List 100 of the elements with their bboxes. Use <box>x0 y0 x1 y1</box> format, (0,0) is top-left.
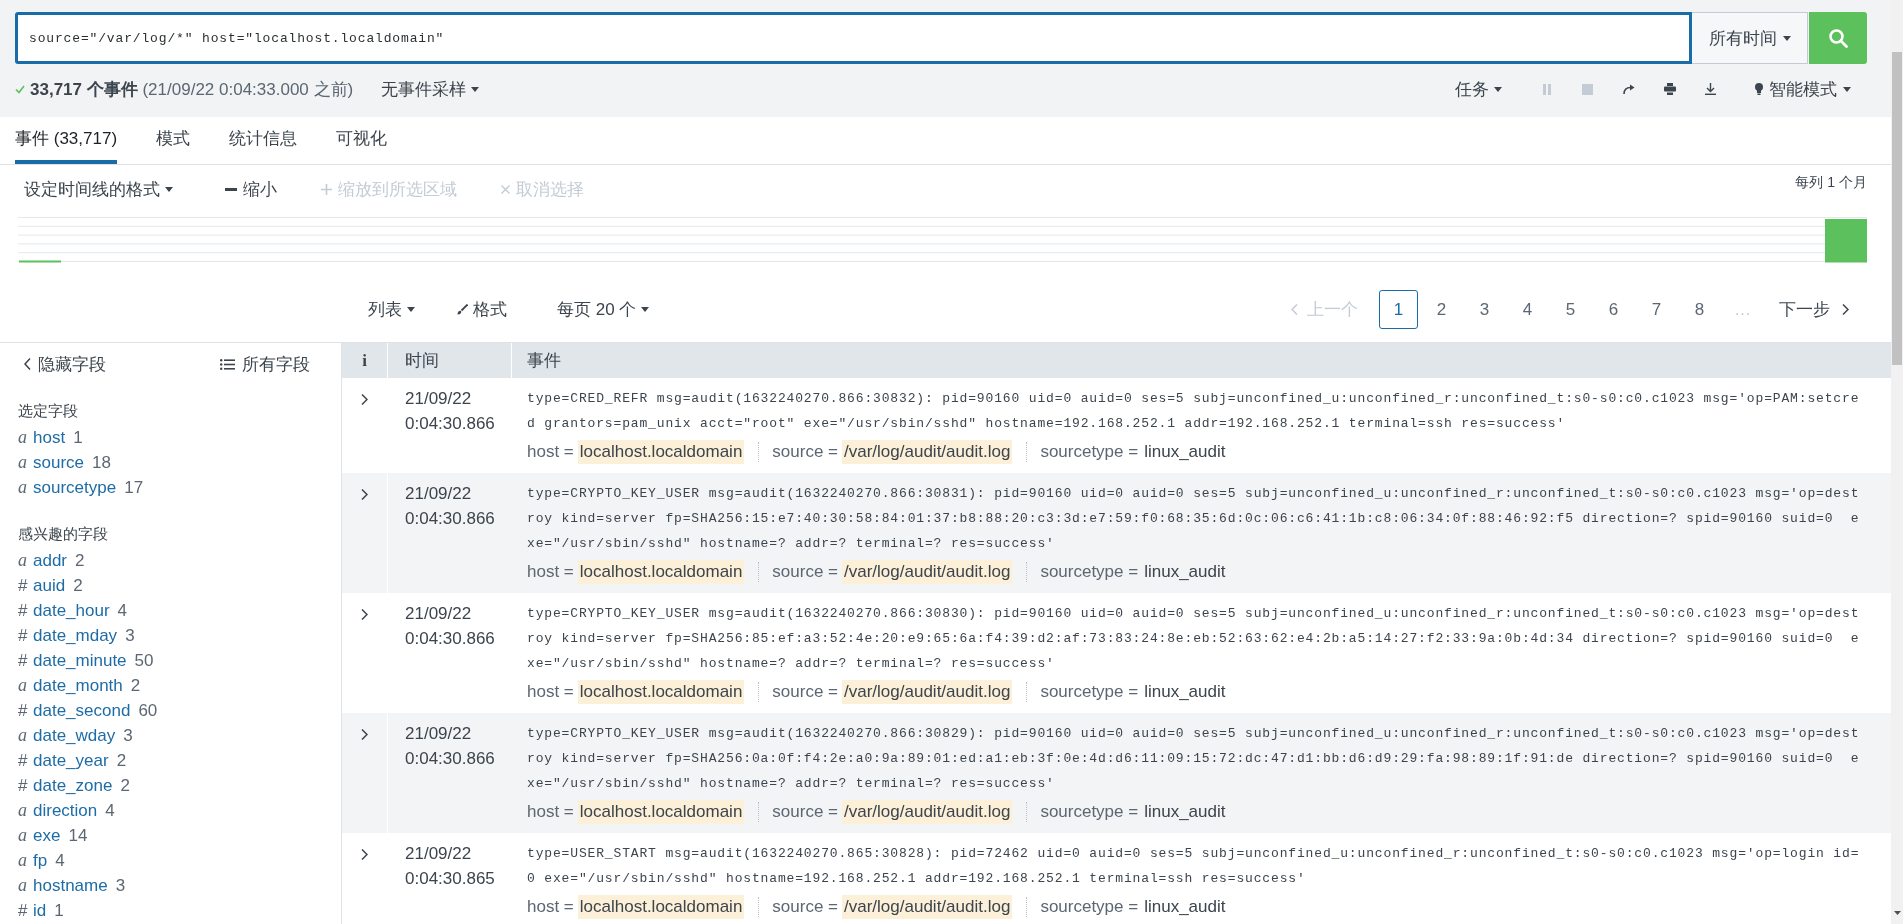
field-name-link[interactable]: auid <box>33 575 66 596</box>
page-button[interactable]: 3 <box>1465 290 1504 329</box>
event-date: 21/09/22 <box>405 603 473 625</box>
page-button[interactable]: 8 <box>1680 290 1719 329</box>
format-button[interactable]: 格式 <box>457 298 507 321</box>
stop-icon <box>1582 83 1593 95</box>
field-value[interactable]: /var/log/audit/audit.log <box>842 800 1013 824</box>
field-name-link[interactable]: exe <box>33 825 61 846</box>
tab[interactable]: 事件 (33,717) <box>15 117 118 164</box>
field-name-link[interactable]: date_second <box>33 700 131 721</box>
field-label: host = <box>527 897 574 917</box>
field-label: host = <box>527 562 574 582</box>
event-time: 0:04:30.866 <box>405 748 496 770</box>
scrollbar[interactable] <box>1891 0 1903 924</box>
field-name-link[interactable]: fp <box>33 850 48 871</box>
field-type-mark: # <box>18 600 29 621</box>
event-text: type=CRED_REFR msg=audit(1632240270.866:30832): pid=90160 uid=0 auid=0 ses=5 subj=unconfined_u:unconfined_r:unconfined_t:s0-s0:c0.c1023 msg='op=PAM:setcred grantors=pam_unix acct="root" exe="/usr/sbin/sshd" hostname=192.168.252.1 addr=192.168.252.1 terminal=ssh res=success' <box>527 390 1861 433</box>
tab[interactable]: 模式 <box>156 117 191 164</box>
page-button[interactable]: 1 <box>1379 290 1418 329</box>
expand-button[interactable] <box>361 393 368 406</box>
sampling-menu[interactable]: 无事件采样 <box>381 77 480 101</box>
all-fields-button[interactable]: 所有字段 <box>220 352 310 376</box>
column-header: 时间 <box>387 343 511 378</box>
field-label: source = <box>772 802 839 822</box>
field-name-link[interactable]: id <box>33 900 47 921</box>
search-mode-menu[interactable]: 智能模式 <box>1755 77 1851 101</box>
page-button[interactable]: 7 <box>1637 290 1676 329</box>
search-field[interactable]: source="/var/log/*" host="localhost.localdomain" <box>15 12 1692 64</box>
field-count: 2 <box>73 575 83 596</box>
field-type-mark: a <box>18 427 28 448</box>
view-menu[interactable]: 列表 <box>368 298 415 321</box>
caret-icon <box>407 307 415 312</box>
field-value[interactable]: linux_audit <box>1142 800 1228 824</box>
field-value[interactable]: linux_audit <box>1142 895 1228 919</box>
field-name-link[interactable]: hostname <box>33 875 108 896</box>
field-name-link[interactable]: date_wday <box>33 725 116 746</box>
field-value[interactable]: localhost.localdomain <box>577 560 745 584</box>
field-name-link[interactable]: date_minute <box>33 650 127 671</box>
field-name-link[interactable]: date_month <box>33 675 123 696</box>
field-type-mark: # <box>18 625 29 646</box>
field-name-link[interactable]: date_zone <box>33 775 113 796</box>
field-type-mark: a <box>18 452 28 473</box>
caret-icon <box>1494 86 1502 92</box>
zoom-out-button[interactable]: 缩小 <box>225 177 277 201</box>
field-label: source = <box>772 897 839 917</box>
per-page-menu[interactable]: 每页 20 个 <box>557 298 650 321</box>
page-button[interactable]: 4 <box>1508 290 1547 329</box>
field-name-link[interactable]: addr <box>33 550 68 571</box>
expand-button[interactable] <box>361 848 368 861</box>
tab[interactable]: 可视化 <box>336 117 388 164</box>
check-icon <box>15 84 25 94</box>
event-text: type=USER_START msg=audit(1632240270.865:30828): pid=72462 uid=0 auid=0 ses=5 subj=unconfined_u:unconfined_r:unconfined_t:s0-s0:c0.c1023 msg='op=login id=0 exe="/usr/sbin/sshd" hostname=192.168.252.1 addr=192.168.252.1 terminal=ssh res=success' <box>527 845 1861 888</box>
field-label: source = <box>772 682 839 702</box>
field-value[interactable]: localhost.localdomain <box>577 440 745 464</box>
page-button[interactable]: 2 <box>1422 290 1461 329</box>
field-value[interactable]: /var/log/audit/audit.log <box>842 895 1013 919</box>
expand-button[interactable] <box>361 728 368 741</box>
field-value[interactable]: linux_audit <box>1142 440 1228 464</box>
field-type-mark: # <box>18 775 29 796</box>
timeline-format-menu[interactable]: 设定时间线的格式 <box>24 177 173 201</box>
field-count: 4 <box>117 600 128 621</box>
expand-button[interactable] <box>361 608 368 621</box>
field-type-mark: # <box>18 900 29 921</box>
field-value[interactable]: localhost.localdomain <box>577 680 745 704</box>
field-value[interactable]: localhost.localdomain <box>577 895 745 919</box>
field-name-link[interactable]: date_year <box>33 750 109 771</box>
field-name-link[interactable]: date_hour <box>33 600 110 621</box>
time-range-picker[interactable]: 所有时间 <box>1692 12 1808 64</box>
page-button[interactable]: 5 <box>1551 290 1590 329</box>
field-name-link[interactable]: host <box>33 427 66 448</box>
field-value[interactable]: /var/log/audit/audit.log <box>842 560 1013 584</box>
job-menu[interactable]: 任务 <box>1455 77 1502 101</box>
field-value[interactable]: /var/log/audit/audit.log <box>842 440 1013 464</box>
field-name-link[interactable]: direction <box>33 800 98 821</box>
event-date: 21/09/22 <box>405 723 473 745</box>
chevron-right-icon <box>361 489 368 500</box>
field-count: 2 <box>116 750 127 771</box>
field-value[interactable]: linux_audit <box>1142 680 1228 704</box>
search-icon <box>1828 28 1848 48</box>
field-type-mark: a <box>18 875 28 896</box>
field-name-link[interactable]: source <box>33 452 85 473</box>
next-page-button[interactable]: 下一步 <box>1779 298 1849 321</box>
field-count: 1 <box>54 900 64 921</box>
event-text: type=CRYPTO_KEY_USER msg=audit(1632240270.866:30830): pid=90160 uid=0 auid=0 ses=5 subj=unconfined_u:unconfined_r:unconfined_t:s0-s0:c0.c1023 msg='op=destroy kind=server fp=SHA256:85:ef:a3:52:4e:20:e9:65:6a:f4:39:d2:af:73:83:24:8e:eb:52:63:62:e4:2b:a5:14:27:f2:33:9a:0b:4d:34 direction=? spid=90160 suid=0 exe="/usr/sbin/sshd" hostname=? addr=? terminal=? res=success' <box>527 605 1861 673</box>
expand-button[interactable] <box>361 488 368 501</box>
page-button[interactable]: 6 <box>1594 290 1633 329</box>
field-count: 2 <box>75 550 85 571</box>
field-value[interactable]: localhost.localdomain <box>577 800 745 824</box>
field-label: sourcetype = <box>1040 442 1139 462</box>
field-value[interactable]: linux_audit <box>1142 560 1228 584</box>
field-value[interactable]: /var/log/audit/audit.log <box>842 680 1013 704</box>
event-text: type=CRYPTO_KEY_USER msg=audit(1632240270.866:30831): pid=90160 uid=0 auid=0 ses=5 subj=unconfined_u:unconfined_r:unconfined_t:s0-s0:c0.c1023 msg='op=destroy kind=server fp=SHA256:15:e7:40:30:58:84:01:37:b8:88:20:c3:3d:e7:59:f0:68:35:6d:0c:06:c6:41:1b:c8:06:34:0f:88:46:92:f5 direction=? spid=90160 suid=0 exe="/usr/sbin/sshd" hostname=? addr=? terminal=? res=success' <box>527 485 1861 553</box>
hide-fields-button[interactable]: 隐藏字段 <box>24 352 106 376</box>
scrollbar-thumb[interactable] <box>1892 52 1902 365</box>
field-name-link[interactable]: sourcetype <box>33 477 117 498</box>
field-label: host = <box>527 442 574 462</box>
triangle-down-icon[interactable] <box>1893 911 1901 915</box>
field-name-link[interactable]: date_mday <box>33 625 118 646</box>
tab[interactable]: 统计信息 <box>229 117 298 164</box>
field-count: 17 <box>124 477 144 498</box>
